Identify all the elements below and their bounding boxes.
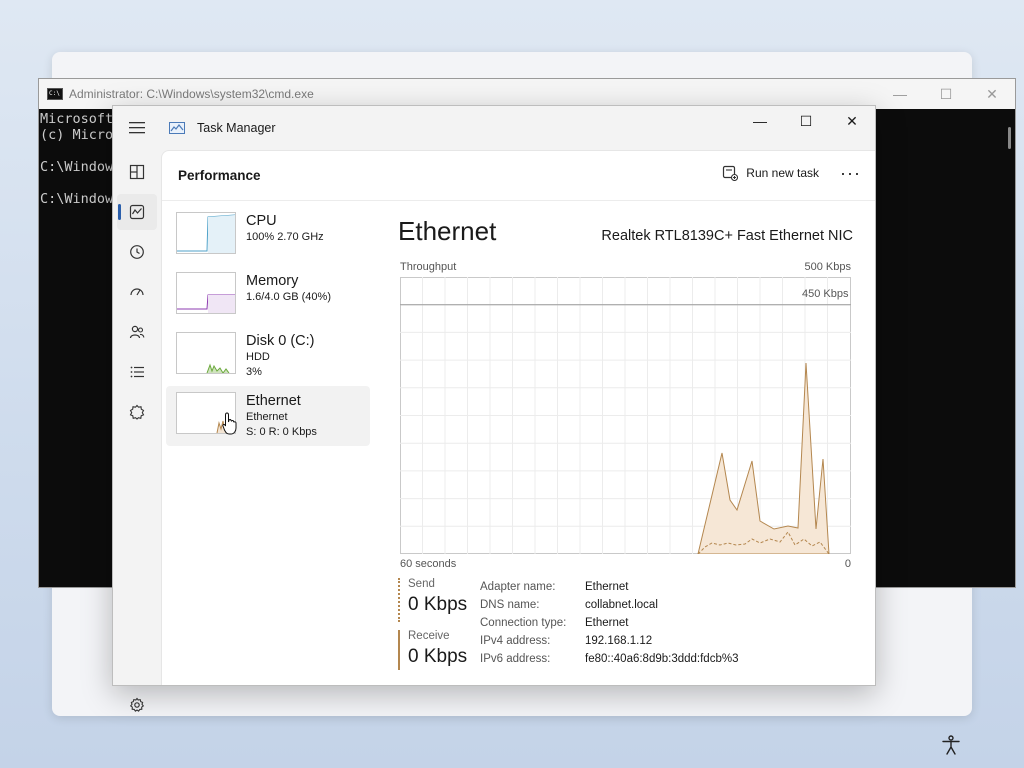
nav-app-history[interactable] [117, 234, 157, 270]
property-value: Ethernet [585, 581, 629, 593]
startup-apps-icon [130, 288, 144, 296]
tm-close-button[interactable]: ✕ [829, 106, 875, 136]
run-new-task-label: Run new task [746, 166, 819, 180]
memory-thumbnail [176, 272, 236, 314]
property-key: IPv4 address: [480, 635, 551, 647]
nav-settings[interactable] [117, 687, 157, 723]
property-row: IPv6 address: fe80::40a6:8d9b:3ddd:fdcb%3 [480, 650, 738, 668]
throughput-graph [400, 277, 851, 554]
cpu-thumbnail [176, 212, 236, 254]
perf-item-name: Disk 0 (C:) [246, 333, 315, 349]
send-value: 0 Kbps [408, 594, 468, 615]
run-task-icon [723, 165, 739, 181]
perf-item-sub: HDD [246, 351, 270, 363]
time-axis-label: 60 seconds [400, 558, 457, 570]
run-new-task-button[interactable]: Run new task [722, 165, 819, 181]
cmd-scrollbar[interactable] [1008, 127, 1011, 149]
accessibility-icon[interactable] [940, 734, 962, 756]
performance-icon [129, 204, 145, 220]
property-key: DNS name: [480, 599, 540, 611]
tm-maximize-button[interactable]: ☐ [783, 106, 829, 136]
services-icon [129, 404, 145, 420]
hand-cursor-icon [222, 412, 237, 435]
adapter-properties: Adapter name: Ethernet DNS name: collabnet… [480, 578, 738, 668]
nav-users[interactable] [117, 314, 157, 350]
perf-item-memory[interactable]: Memory 1.6/4.0 GB (40%) [166, 266, 370, 326]
task-manager-icon [169, 122, 185, 134]
receive-stat: Receive 0 Kbps [398, 630, 478, 670]
cmd-title: Administrator: C:\Windows\system32\cmd.e… [69, 87, 314, 101]
max-scale-label: 500 Kbps [804, 261, 851, 273]
property-row: Connection type: Ethernet [480, 614, 738, 632]
property-key: IPv6 address: [480, 653, 551, 665]
line-scale-label: 450 Kbps [802, 288, 849, 300]
tm-content: Performance Run new task ··· CPU 100% 2.… [161, 150, 875, 685]
perf-list: CPU 100% 2.70 GHz Memory 1.6/4.0 GB (40%… [166, 206, 370, 446]
hamburger-icon [129, 122, 145, 134]
tm-title: Task Manager [197, 121, 276, 135]
tm-titlebar[interactable]: Task Manager — ☐ ✕ [113, 106, 875, 150]
perf-item-sub: S: 0 R: 0 Kbps [246, 426, 317, 438]
perf-item-sub: 1.6/4.0 GB (40%) [246, 291, 331, 303]
perf-item-sub: 3% [246, 366, 262, 378]
property-value: fe80::40a6:8d9b:3ddd:fdcb%3 [585, 653, 739, 665]
property-value: collabnet.local [585, 599, 658, 611]
throughput-label: Throughput [400, 261, 457, 273]
processes-icon [129, 164, 145, 180]
property-row: DNS name: collabnet.local [480, 596, 738, 614]
cmd-close-button[interactable]: ✕ [969, 79, 1015, 109]
details-icon [130, 366, 144, 378]
perf-item-name: Memory [246, 273, 299, 289]
app-history-icon [130, 245, 144, 259]
perf-item-sub: 100% 2.70 GHz [246, 231, 324, 243]
perf-item-name: CPU [246, 213, 277, 229]
hamburger-menu-button[interactable] [113, 106, 161, 150]
send-label: Send [408, 578, 435, 590]
perf-item-ethernet[interactable]: Ethernet Ethernet S: 0 R: 0 Kbps [166, 386, 370, 446]
property-row: IPv4 address: 192.168.1.12 [480, 632, 738, 650]
perf-item-name: Ethernet [246, 393, 301, 409]
perf-item-cpu[interactable]: CPU 100% 2.70 GHz [166, 206, 370, 266]
users-icon [129, 325, 145, 339]
perf-item-sub: Ethernet [246, 411, 288, 423]
cmd-minimize-button[interactable]: — [877, 79, 923, 109]
settings-icon [129, 697, 145, 712]
property-key: Adapter name: [480, 581, 556, 593]
tm-nav-rail [113, 150, 161, 712]
disk-thumbnail [176, 332, 236, 374]
property-key: Connection type: [480, 617, 567, 629]
detail-title: Ethernet [398, 216, 497, 246]
receive-label: Receive [408, 630, 450, 642]
nav-details[interactable] [117, 354, 157, 390]
tm-minimize-button[interactable]: — [737, 106, 783, 136]
task-manager-window[interactable]: Task Manager — ☐ ✕ Performance Run new t… [112, 105, 876, 712]
adapter-description: Realtek RTL8139C+ Fast Ethernet NIC [601, 228, 853, 244]
property-value: Ethernet [585, 617, 629, 629]
nav-performance[interactable] [117, 194, 157, 230]
more-options-button[interactable]: ··· [840, 163, 861, 184]
property-value: 192.168.1.12 [585, 635, 653, 647]
detail-panel: Ethernet Realtek RTL8139C+ Fast Ethernet… [398, 206, 875, 685]
nav-startup-apps[interactable] [117, 274, 157, 310]
nav-services[interactable] [117, 394, 157, 430]
receive-value: 0 Kbps [408, 646, 468, 667]
cmd-app-icon [47, 88, 63, 100]
send-stat: Send 0 Kbps [398, 578, 478, 622]
nav-processes[interactable] [117, 154, 157, 190]
property-row: Adapter name: Ethernet [480, 578, 738, 596]
stats-area: Send 0 Kbps Receive 0 Kbps Adapter name:… [398, 578, 858, 678]
page-title: Performance [178, 168, 261, 183]
perf-item-disk[interactable]: Disk 0 (C:) HDD 3% [166, 326, 370, 386]
zero-label: 0 [844, 558, 851, 570]
cmd-maximize-button[interactable]: ☐ [923, 79, 969, 109]
